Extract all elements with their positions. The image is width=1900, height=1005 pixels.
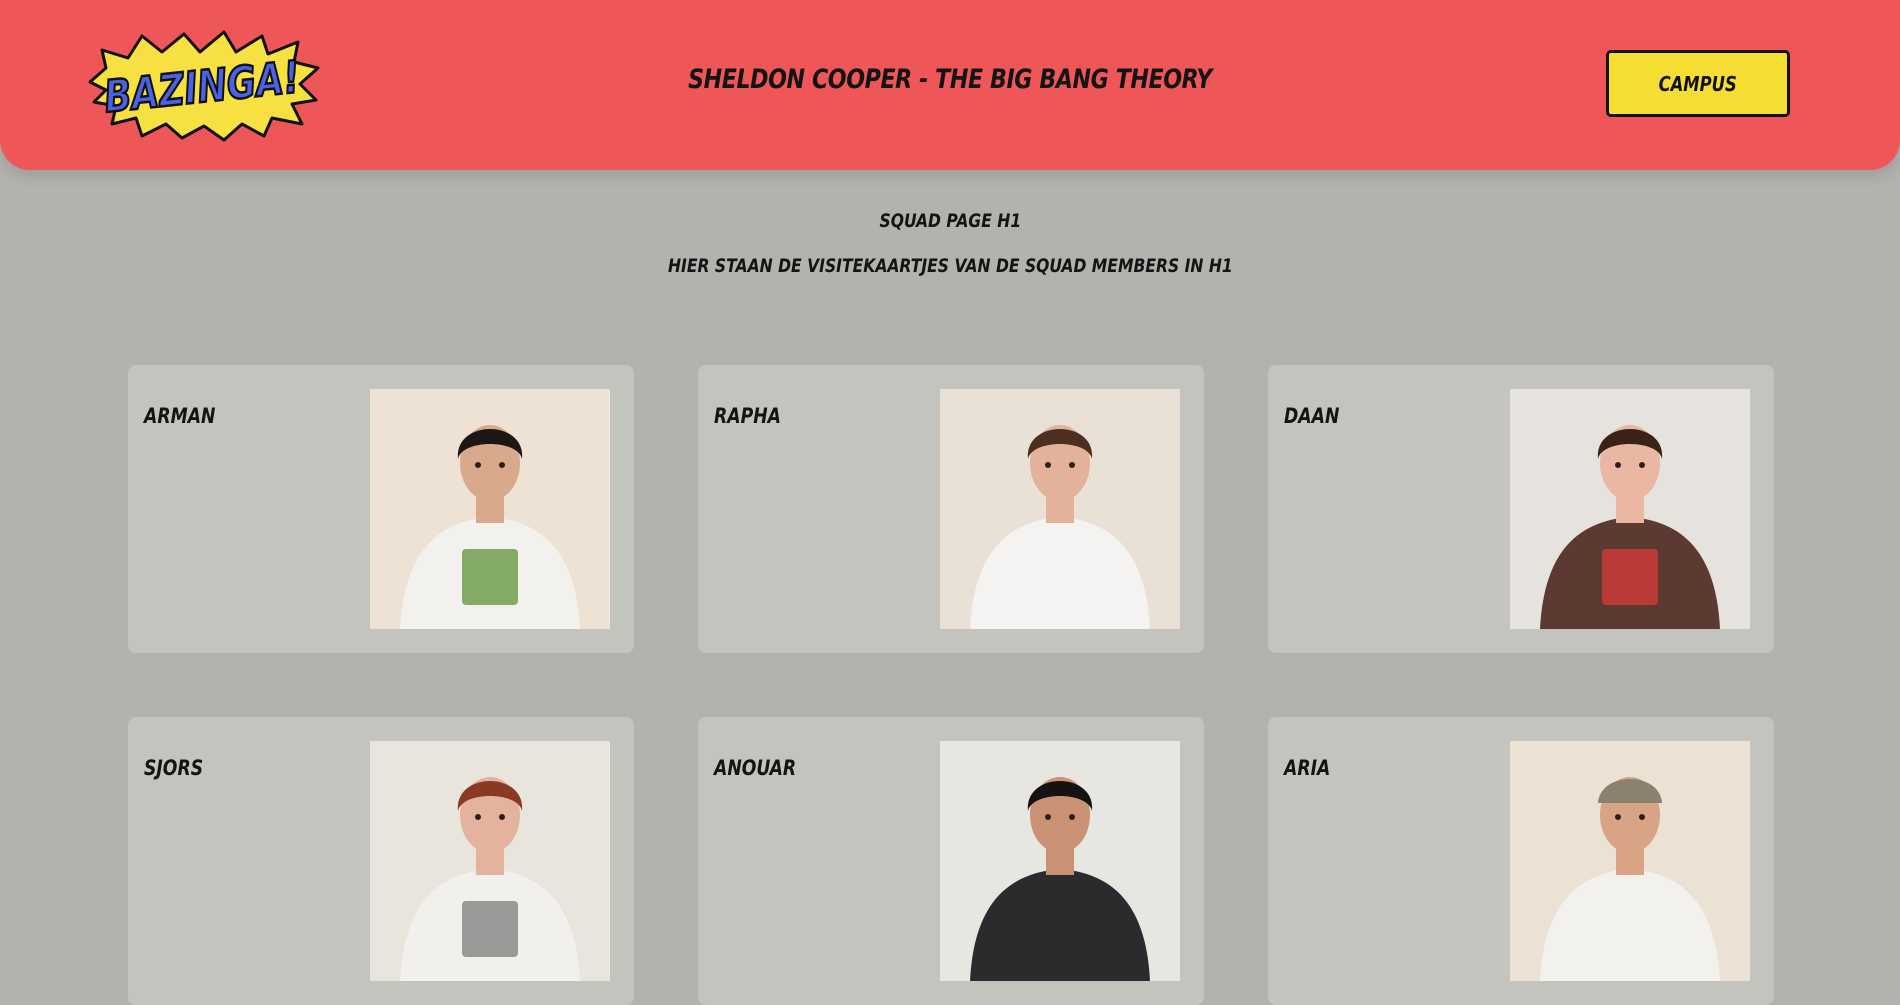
portrait-shirt-print xyxy=(1602,549,1658,605)
member-name: Aria xyxy=(1284,756,1331,780)
intro-subheading: Hier staan de visitekaartjes van de squa… xyxy=(0,255,1900,277)
portrait-image xyxy=(940,389,1180,629)
member-name: Rapha xyxy=(714,404,781,428)
portrait-eye xyxy=(1639,814,1645,820)
portrait-eye xyxy=(475,462,481,468)
member-name: Daan xyxy=(1284,404,1340,428)
campus-button-label: Campus xyxy=(1658,71,1738,96)
member-card[interactable]: Anouar xyxy=(698,717,1204,1005)
portrait-eye xyxy=(475,814,481,820)
intro-heading-text: Squad page H1 xyxy=(879,210,1021,232)
intro-subheading-text: Hier staan de visitekaartjes van de squa… xyxy=(667,255,1233,277)
member-name: Arman xyxy=(144,404,216,428)
member-photo xyxy=(940,389,1180,629)
member-card[interactable]: Arman xyxy=(128,365,634,653)
member-card[interactable]: Rapha xyxy=(698,365,1204,653)
member-photo xyxy=(370,741,610,981)
portrait-eye xyxy=(1045,462,1051,468)
campus-button[interactable]: Campus xyxy=(1606,50,1790,117)
portrait-image xyxy=(1510,741,1750,981)
portrait-image xyxy=(940,741,1180,981)
portrait-eye xyxy=(1069,814,1075,820)
member-card-grid: Arman Rapha Daan Sjors Anouar Aria xyxy=(128,365,1775,1005)
member-card[interactable]: Aria xyxy=(1268,717,1774,1005)
portrait-eye xyxy=(499,814,505,820)
intro-heading: Squad page H1 xyxy=(0,210,1900,232)
member-name: Anouar xyxy=(714,756,797,780)
portrait-image xyxy=(370,741,610,981)
portrait-shirt-print xyxy=(462,901,518,957)
member-photo xyxy=(1510,741,1750,981)
member-card[interactable]: Sjors xyxy=(128,717,634,1005)
member-photo xyxy=(1510,389,1750,629)
member-name: Sjors xyxy=(144,756,204,780)
portrait-eye xyxy=(499,462,505,468)
portrait-image xyxy=(370,389,610,629)
portrait-eye xyxy=(1069,462,1075,468)
page-title: Sheldon Cooper - The Big Bang Theory xyxy=(688,64,1212,95)
portrait-eye xyxy=(1045,814,1051,820)
portrait-image xyxy=(1510,389,1750,629)
site-header: BAZINGA! Sheldon Cooper - The Big Bang T… xyxy=(0,0,1900,170)
portrait-eye xyxy=(1615,814,1621,820)
portrait-eye xyxy=(1639,462,1645,468)
portrait-eye xyxy=(1615,462,1621,468)
member-photo xyxy=(940,741,1180,981)
member-photo xyxy=(370,389,610,629)
member-card[interactable]: Daan xyxy=(1268,365,1774,653)
portrait-shirt-print xyxy=(462,549,518,605)
